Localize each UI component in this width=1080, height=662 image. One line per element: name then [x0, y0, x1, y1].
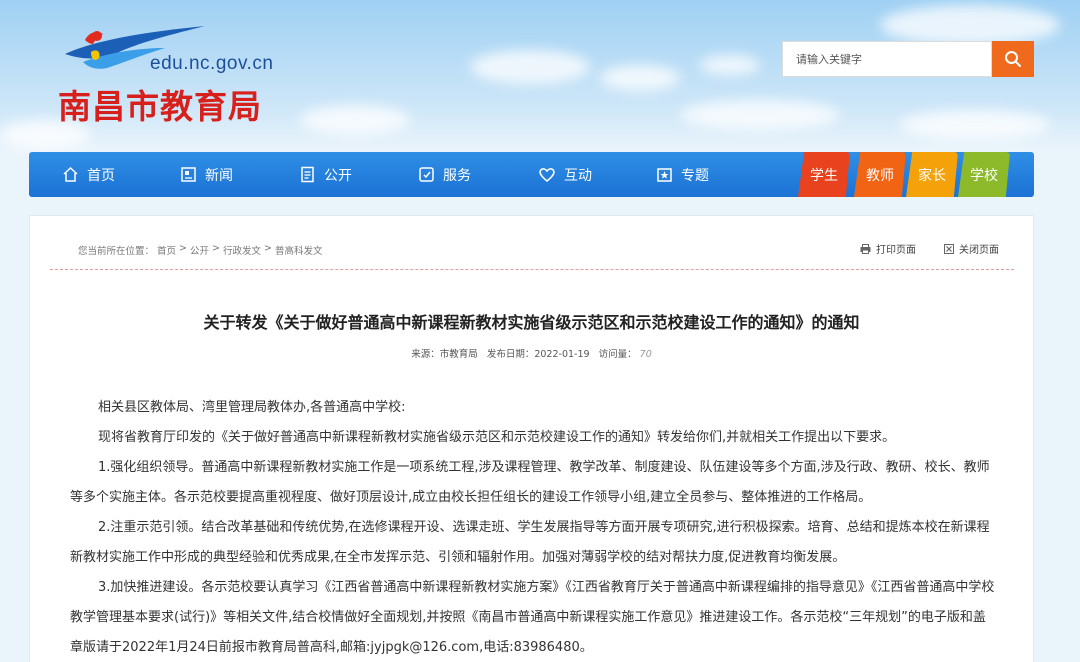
service-icon	[419, 167, 434, 182]
cloud-decoration	[300, 105, 410, 135]
tab-label: 学校	[970, 167, 998, 184]
article-paragraph: 1.强化组织领导。普通高中新课程新教材实施工作是一项系统工程,涉及课程管理、教学…	[70, 460, 990, 505]
cloud-decoration	[700, 55, 760, 75]
search-icon	[1005, 51, 1021, 67]
home-icon	[63, 166, 78, 182]
site-domain: edu.nc.gov.cn	[150, 53, 274, 74]
nav-label: 互动	[564, 167, 592, 184]
nav-item-news[interactable]: 新闻	[180, 152, 233, 197]
close-label: 关闭页面	[959, 245, 999, 256]
visits-value: 70	[639, 349, 652, 360]
site-logo[interactable]: edu.nc.gov.cn 南昌市教育局	[55, 22, 295, 132]
nav-label: 首页	[87, 167, 115, 184]
breadcrumb-item[interactable]: 首页	[157, 243, 176, 257]
breadcrumb-item[interactable]: 普高科发文	[275, 243, 323, 257]
tab-teacher[interactable]: 教师	[854, 152, 906, 197]
site-title: 南昌市教育局	[58, 87, 262, 126]
date-label: 发布日期：	[486, 349, 535, 360]
document-icon	[301, 166, 314, 183]
cloud-decoration	[600, 65, 680, 91]
printer-icon	[860, 243, 871, 254]
article-body: 相关县区教体局、湾里管理局教体办,各普通高中学校: 现将省教育厅印发的《关于做好…	[70, 393, 995, 662]
nav-label: 新闻	[205, 167, 233, 184]
nav-item-service[interactable]: 服务	[418, 152, 471, 197]
nav-item-interaction[interactable]: 互动	[538, 152, 592, 197]
search-button[interactable]	[992, 41, 1034, 77]
nav-label: 公开	[324, 167, 352, 184]
nav-label: 服务	[443, 167, 471, 184]
header-divider	[50, 269, 1014, 270]
tab-label: 学生	[810, 167, 838, 184]
breadcrumb-item[interactable]: 公开	[190, 243, 209, 257]
close-page-button[interactable]: 关闭页面	[944, 241, 999, 256]
breadcrumb-prefix: 您当前所在位置：	[78, 246, 155, 257]
cloud-decoration	[470, 50, 590, 84]
close-icon	[944, 243, 954, 254]
cloud-decoration	[680, 100, 840, 130]
nav-item-topic[interactable]: 专题	[656, 152, 709, 197]
nav-item-home[interactable]: 首页	[62, 152, 115, 197]
cloud-decoration	[900, 110, 1050, 140]
source-value: 市教育局	[439, 349, 478, 360]
nav-label: 专题	[681, 167, 709, 184]
visits-label: 访问量：	[598, 349, 637, 360]
breadcrumb: 您当前所在位置： 首页 > 公开 > 行政发文 > 普高科发文	[78, 243, 322, 257]
topic-icon	[657, 168, 672, 182]
article-paragraph: 3.加快推进建设。各示范校要认真学习《江西省普通高中新课程新教材实施方案》《江西…	[70, 580, 995, 655]
nav-item-public[interactable]: 公开	[299, 152, 352, 197]
article-title: 关于转发《关于做好普通高中新课程新教材实施省级示范区和示范校建设工作的通知》的通…	[203, 313, 860, 332]
source-label: 来源：	[411, 349, 440, 360]
tab-label: 教师	[866, 167, 894, 184]
tab-student[interactable]: 学生	[798, 152, 850, 197]
article-paragraph: 现将省教育厅印发的《关于做好普通高中新课程新教材实施省级示范区和示范校建设工作的…	[98, 430, 896, 445]
heart-icon	[539, 168, 555, 182]
article-tools: 打印页面 关闭页面	[860, 241, 999, 256]
article-paragraph: 相关县区教体局、湾里管理局教体办,各普通高中学校:	[98, 400, 406, 415]
search-box	[782, 41, 1034, 77]
breadcrumb-separator: >	[212, 243, 220, 254]
tab-parent[interactable]: 家长	[906, 152, 958, 197]
article-paragraph: 2.注重示范引领。结合改革基础和传统优势,在选修课程开设、选课走班、学生发展指导…	[70, 520, 990, 565]
tab-school[interactable]: 学校	[958, 152, 1010, 197]
tab-label: 家长	[918, 167, 946, 184]
article-panel: 您当前所在位置： 首页 > 公开 > 行政发文 > 普高科发文 打印页面 关闭页…	[29, 215, 1034, 662]
article-meta: 来源：市教育局 发布日期：2022-01-19 访问量： 70	[30, 346, 1033, 360]
search-input[interactable]	[782, 41, 992, 77]
breadcrumb-separator: >	[264, 243, 272, 254]
news-icon	[181, 167, 196, 182]
print-label: 打印页面	[876, 245, 916, 256]
date-value: 2022-01-19	[534, 349, 590, 360]
breadcrumb-separator: >	[179, 243, 187, 254]
breadcrumb-item[interactable]: 行政发文	[223, 243, 261, 257]
cloud-decoration	[880, 5, 1060, 45]
print-button[interactable]: 打印页面	[860, 241, 916, 256]
